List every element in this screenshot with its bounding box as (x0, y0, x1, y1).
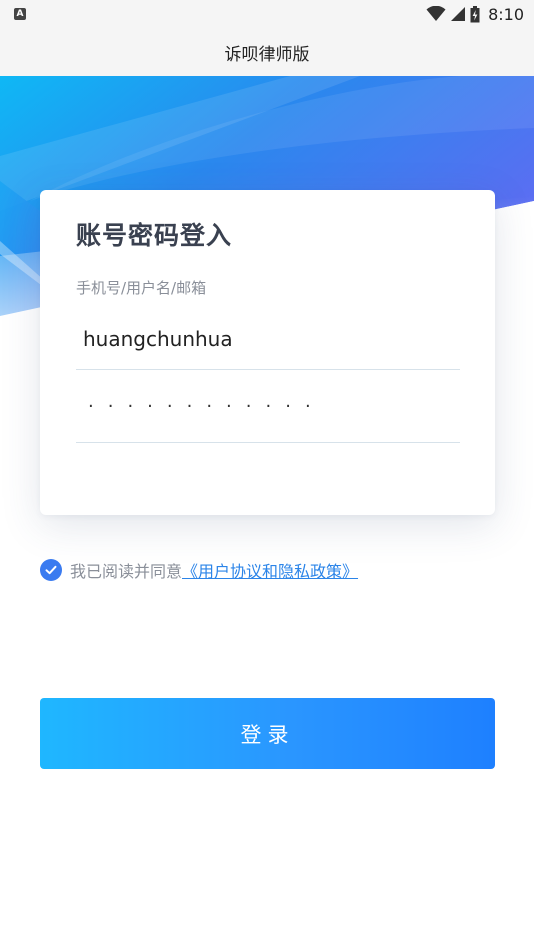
login-card: 账号密码登入 手机号/用户名/邮箱 (40, 190, 495, 515)
username-input[interactable] (76, 308, 460, 370)
login-button[interactable]: 登录 (40, 698, 495, 769)
status-left: A (14, 8, 26, 20)
agreement-policy-link[interactable]: 《用户协议和隐私政策》 (182, 558, 358, 582)
app-title: 诉呗律师版 (224, 44, 310, 65)
battery-icon (470, 5, 480, 23)
signal-icon (450, 6, 466, 22)
agreement-row: 我已阅读并同意 《用户协议和隐私政策》 (40, 557, 358, 583)
checkmark-icon (45, 565, 57, 575)
username-label: 手机号/用户名/邮箱 (76, 279, 207, 297)
app-header: 诉呗律师版 (0, 28, 534, 76)
status-time: 8:10 (488, 4, 524, 24)
agreement-text: 我已阅读并同意 (70, 562, 183, 581)
status-bar: A 8:10 (0, 0, 534, 28)
password-input[interactable] (76, 371, 460, 443)
status-right: 8:10 (426, 5, 524, 24)
notification-a-icon: A (14, 8, 26, 20)
card-title: 账号密码登入 (76, 221, 233, 250)
wifi-icon (426, 6, 446, 22)
agreement-checkbox[interactable] (40, 559, 62, 581)
